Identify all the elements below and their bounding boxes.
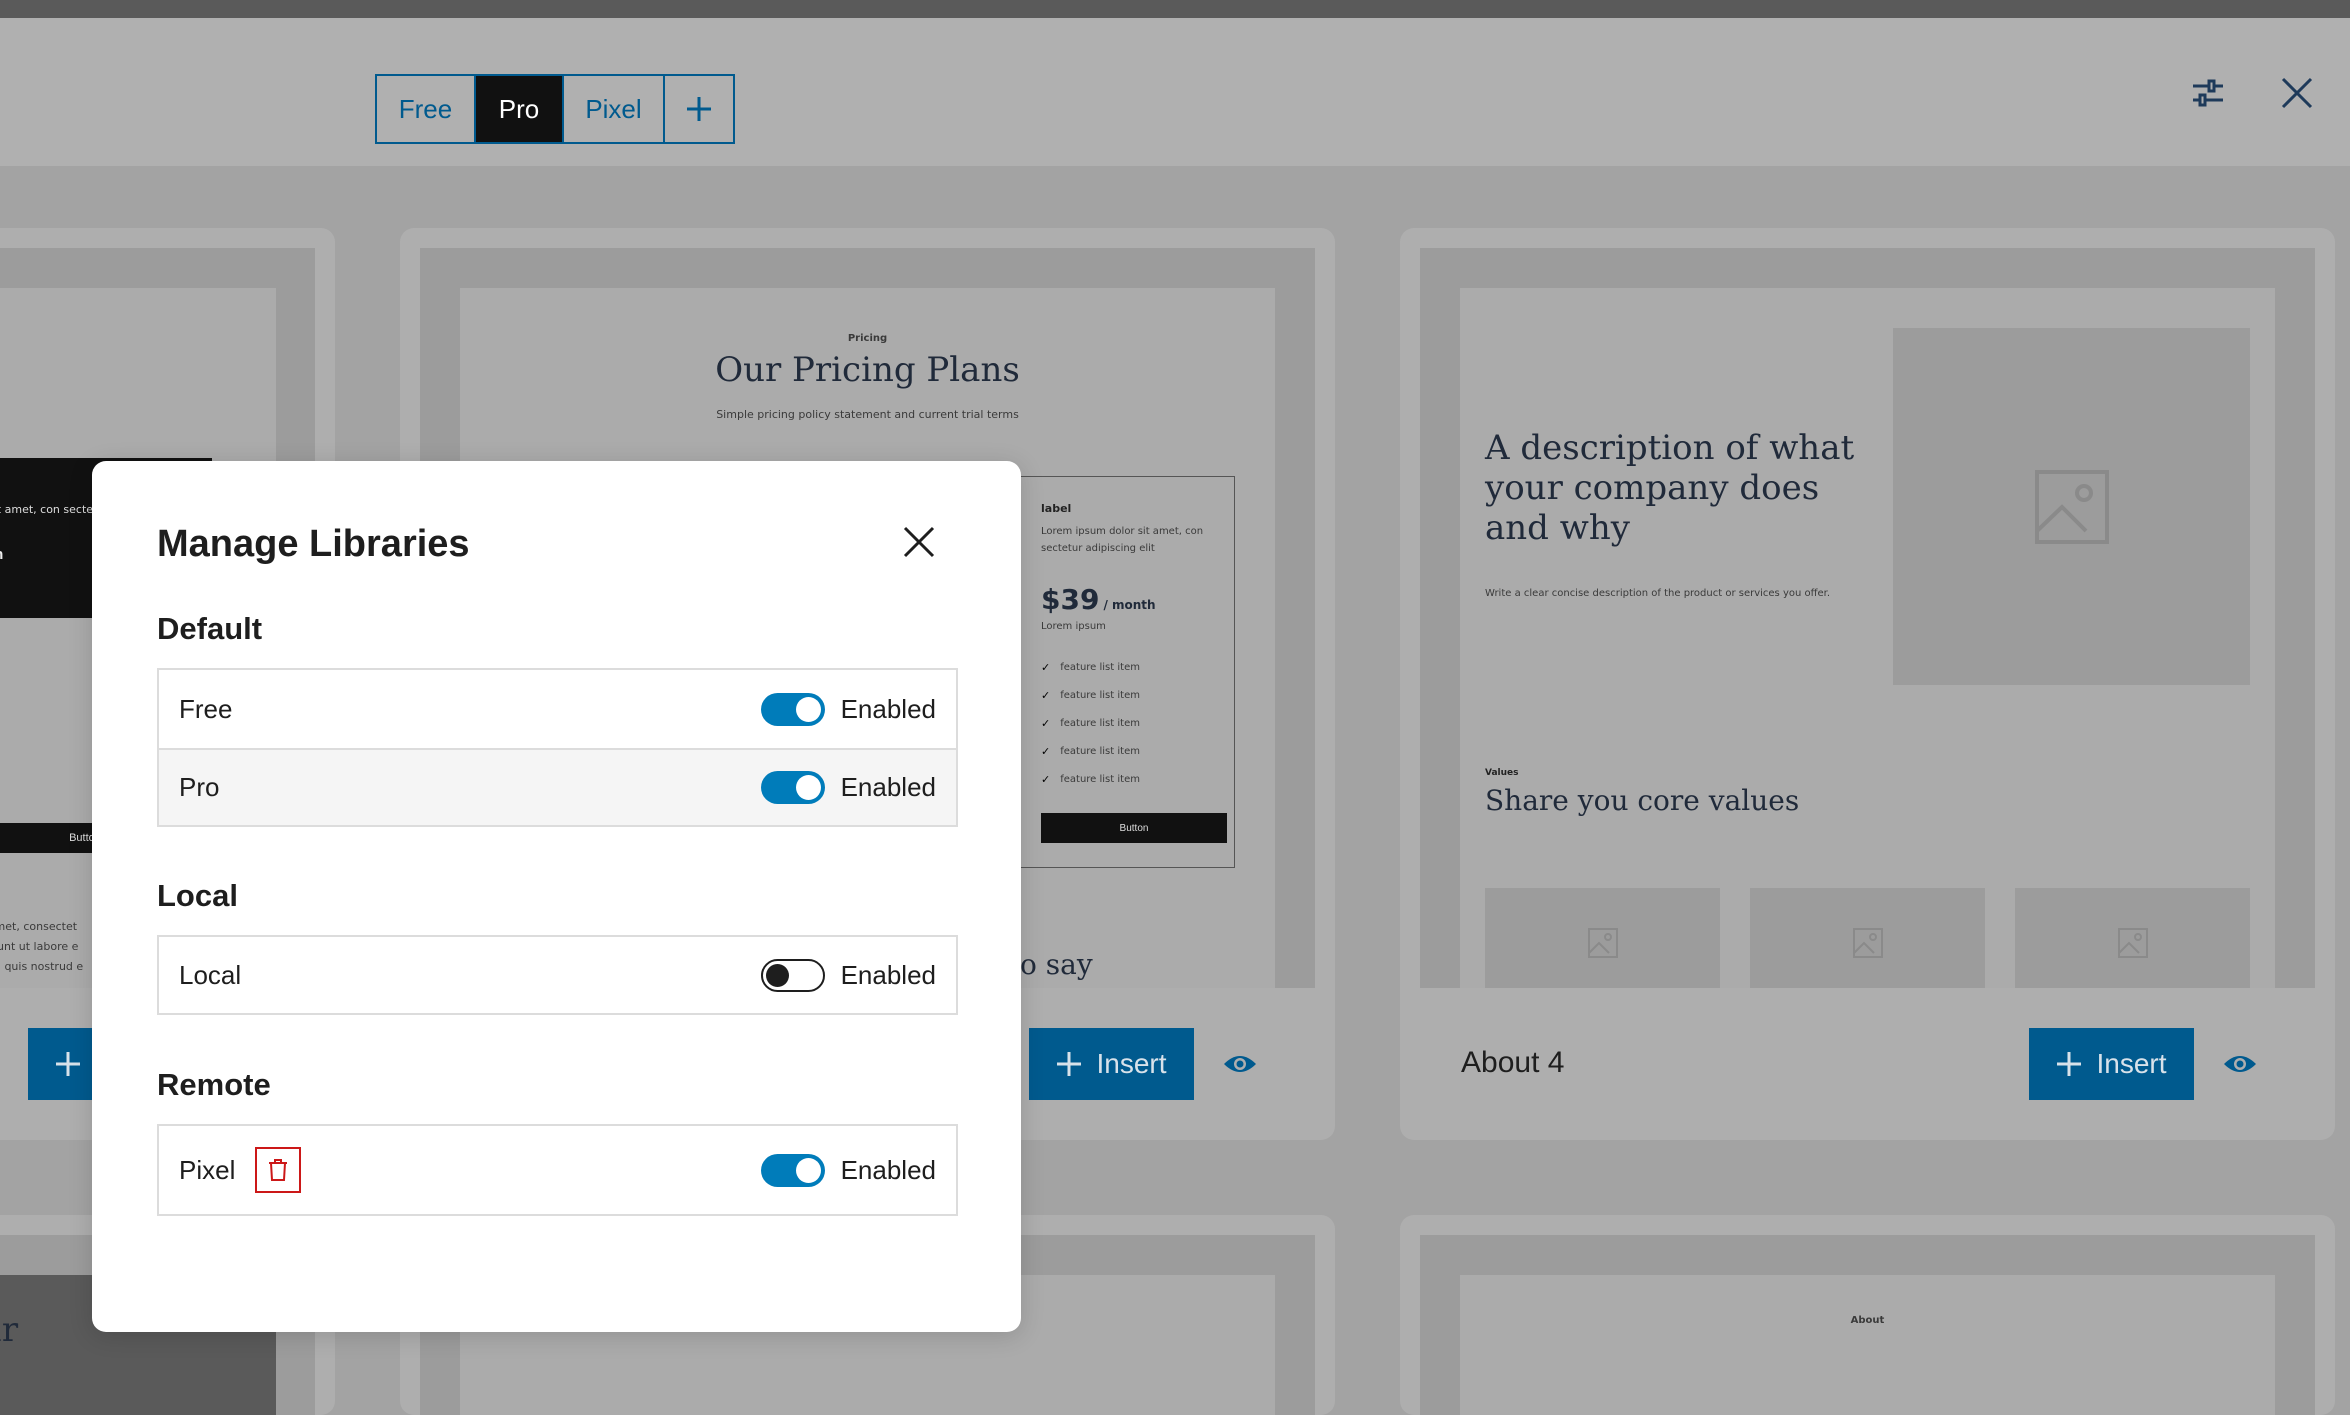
image-placeholder [1485, 888, 1720, 988]
tab-pixel[interactable]: Pixel [564, 76, 665, 142]
check-icon: ✓ [1041, 717, 1051, 730]
pattern-name: About 4 [1461, 1046, 1565, 1079]
check-icon: ✓ [1041, 745, 1051, 758]
image-icon [1852, 928, 1883, 958]
library-toggle-free[interactable] [760, 692, 825, 726]
toggle-label: Enabled [840, 772, 936, 802]
check-icon: ✓ [1041, 661, 1051, 674]
library-label: Free [179, 693, 233, 724]
image-placeholder [1893, 328, 2250, 685]
pattern-card-bottom-right: About [1400, 1215, 2335, 1415]
settings-sliders-icon[interactable] [2191, 76, 2225, 110]
check-icon: ✓ [1041, 773, 1051, 786]
delete-library-button[interactable] [255, 1147, 302, 1193]
insert-button[interactable]: Insert [1029, 1028, 1194, 1100]
list-item: ✓ feature list item [1041, 689, 1140, 702]
modal-title: Manage Libraries [157, 523, 470, 565]
image-placeholder [1750, 888, 1985, 988]
pricing-plan-card: label Lorem ipsum dolor sit amet, con se… [1020, 476, 1235, 868]
section-heading-remote: Remote [157, 1067, 271, 1102]
library-toggle-pro[interactable] [760, 771, 825, 804]
plus-icon [56, 1052, 80, 1076]
tab-free[interactable]: Free [377, 76, 476, 142]
pattern-card-about: A description of what your company does … [1400, 228, 2335, 1140]
plus-icon [1057, 1052, 1082, 1076]
list-item: ✓ feature list item [1041, 773, 1140, 786]
image-icon [2117, 928, 2148, 958]
toggle-label: Enabled [840, 693, 936, 724]
library-toggle-pixel[interactable] [760, 1153, 825, 1187]
add-library-button[interactable] [665, 76, 733, 142]
plus-icon [687, 97, 711, 121]
default-libraries-list: Free Enabled Pro Enabled [157, 668, 958, 827]
library-row-free: Free Enabled [159, 670, 956, 748]
close-icon[interactable] [2280, 76, 2314, 110]
remote-libraries-list: Pixel Enabled [157, 1124, 958, 1216]
library-label: Pro [179, 772, 220, 802]
insert-button[interactable]: Insert [2029, 1028, 2194, 1100]
library-label: Local [179, 959, 242, 990]
modal-close-icon[interactable] [902, 525, 936, 559]
library-toolbar: Free Pro Pixel [0, 18, 2350, 166]
feature-list: ✓ feature list item ✓ feature list item ✓ f… [1041, 653, 1140, 793]
image-icon [1587, 928, 1618, 958]
library-label: Pixel [179, 1154, 236, 1185]
trash-icon [269, 1159, 288, 1181]
tab-pro[interactable]: Pro [476, 76, 564, 142]
image-icon [2034, 469, 2109, 544]
toggle-label: Enabled [840, 959, 936, 990]
manage-libraries-modal: Manage Libraries Default Free Enabled Pr… [92, 461, 1021, 1332]
preview-eye-icon[interactable] [1222, 1050, 1258, 1078]
list-item: ✓ feature list item [1041, 661, 1140, 674]
list-item: ✓ feature list item [1041, 717, 1140, 730]
library-row-pixel: Pixel Enabled [159, 1126, 956, 1214]
section-heading-default: Default [157, 611, 263, 646]
library-row-pro: Pro Enabled [159, 748, 956, 825]
library-toggle-local[interactable] [760, 958, 825, 992]
image-placeholder [2015, 888, 2250, 988]
preview-button: Button [1041, 813, 1227, 843]
plus-icon [2057, 1052, 2082, 1076]
check-icon: ✓ [1041, 689, 1051, 702]
library-tabs: Free Pro Pixel [375, 74, 735, 144]
toggle-label: Enabled [840, 1154, 936, 1185]
library-row-local: Local Enabled [159, 937, 956, 1013]
preview-eye-icon[interactable] [2222, 1050, 2258, 1078]
window-top-strip [0, 0, 2350, 18]
list-item: ✓ feature list item [1041, 745, 1140, 758]
local-libraries-list: Local Enabled [157, 935, 958, 1015]
section-heading-local: Local [157, 878, 238, 913]
